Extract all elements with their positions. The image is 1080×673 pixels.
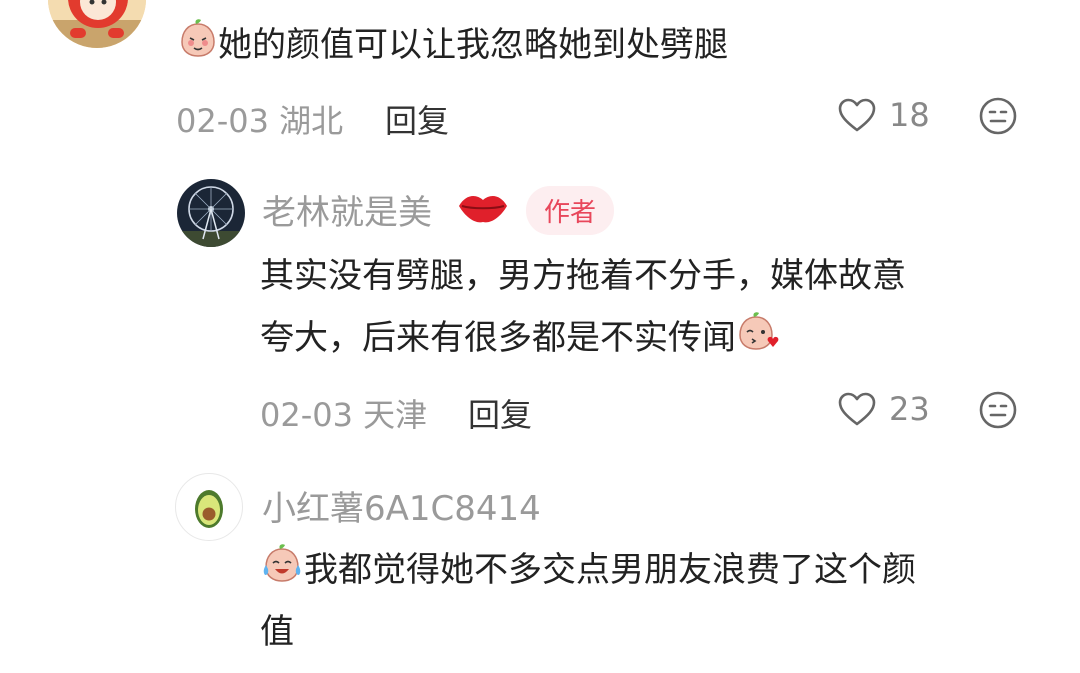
neutral-face-icon[interactable]: [978, 390, 1018, 430]
comment-1-text: 她的颜值可以让我忽略她到处劈腿: [218, 25, 728, 65]
comment-1-body: 她的颜值可以让我忽略她到处劈腿: [178, 17, 728, 75]
author-username[interactable]: 老林就是美: [262, 185, 432, 234]
comment-1-location: 湖北: [279, 102, 344, 140]
comment-2-text-line1: 其实没有劈腿，男方拖着不分手，媒体故意: [260, 256, 906, 296]
comment-1-date: 02-03: [176, 102, 269, 140]
ferris-wheel-avatar-icon: [177, 179, 245, 247]
comment-2-location: 天津: [363, 396, 428, 434]
kiss-lips-icon: [456, 188, 510, 228]
comment-2-date: 02-03: [260, 396, 353, 434]
comment-1-reply-button[interactable]: 回复: [385, 96, 449, 142]
comment-1-meta: 02-03 湖北: [176, 96, 343, 142]
neutral-face-icon[interactable]: [978, 96, 1018, 136]
heart-outline-icon[interactable]: [837, 390, 877, 430]
avocado-avatar-icon: [195, 490, 223, 528]
comment-2-like-count: 23: [889, 390, 930, 428]
comment-3-text-line2: 值: [260, 612, 294, 652]
heart-outline-icon[interactable]: [837, 96, 877, 136]
author-badge: 作者: [526, 186, 615, 235]
peach-embarrassed-emoji-icon: [178, 18, 218, 75]
comment-2-reply-button[interactable]: 回复: [468, 390, 532, 436]
avatar-commenter-3[interactable]: [175, 473, 243, 541]
peach-crying-laugh-emoji-icon: [260, 543, 304, 600]
avatar-commenter-1[interactable]: [48, 0, 146, 48]
comment-1-like-count: 18: [889, 96, 930, 134]
commenter-3-username[interactable]: 小红薯6A1C8414: [262, 481, 541, 530]
comment-2-meta: 02-03 天津: [260, 390, 427, 436]
peach-kiss-emoji-icon: [736, 311, 780, 368]
avatar-author[interactable]: [177, 179, 245, 247]
comment-2-text-line2: 夸大，后来有很多都是不实传闻: [260, 310, 780, 368]
comment-3-text-line1: 我都觉得她不多交点男朋友浪费了这个颜: [260, 542, 916, 600]
cartoon-avatar-icon: [48, 0, 146, 48]
